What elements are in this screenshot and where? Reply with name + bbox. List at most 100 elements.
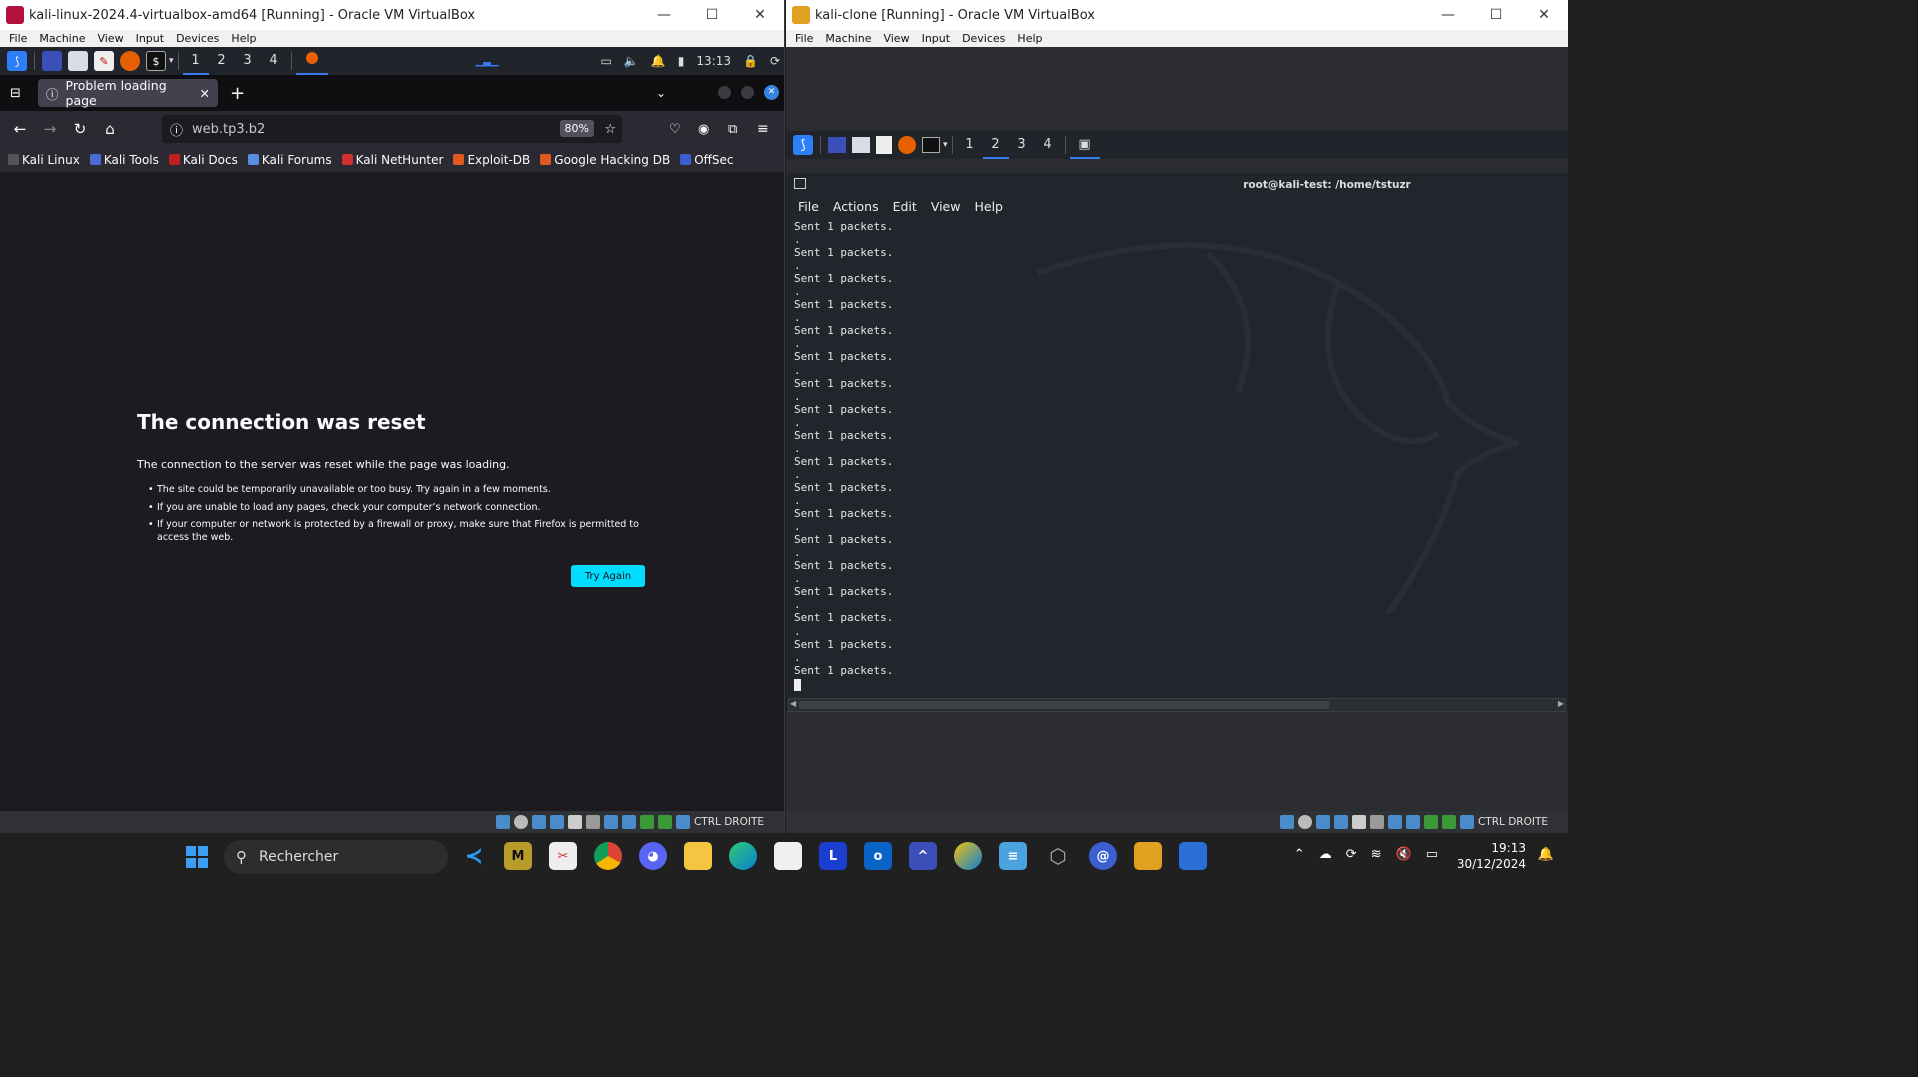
maximize-button[interactable]: ☐	[1472, 0, 1520, 30]
try-again-button[interactable]: Try Again	[571, 565, 645, 587]
maximize-button[interactable]: ☐	[688, 0, 736, 30]
workspace-1[interactable]: 1	[957, 131, 983, 159]
bookmark-kali-docs[interactable]: Kali Docs	[168, 153, 238, 167]
network-icon[interactable]	[549, 815, 564, 829]
app-m-icon[interactable]: M	[504, 842, 532, 870]
right-vm-window[interactable]: kali-clone [Running] - Oracle VM Virtual…	[786, 0, 1568, 833]
text-editor-icon[interactable]	[876, 136, 892, 154]
virtualbox-3d-icon[interactable]: ⬡	[1044, 842, 1072, 870]
notification-bell-icon[interactable]: 🔔	[1538, 847, 1554, 862]
notification-bell-icon[interactable]: 🔔	[651, 54, 666, 68]
terminal-menu-view[interactable]: View	[931, 199, 961, 214]
outlook-icon[interactable]: o	[864, 842, 892, 870]
close-button[interactable]: ✕	[736, 0, 784, 30]
workspace-1[interactable]: 1	[182, 47, 209, 75]
chevron-down-icon[interactable]: ▾	[943, 140, 948, 150]
display-icon[interactable]	[1387, 815, 1402, 829]
url-text[interactable]: web.tp3.b2	[192, 122, 265, 137]
workspace-4[interactable]: 4	[1035, 131, 1061, 159]
menu-file[interactable]: File	[9, 32, 27, 45]
scroll-left-icon[interactable]: ◀	[790, 699, 796, 708]
terminal-titlebar[interactable]: root@kali-test: /home/tstuzr	[786, 173, 1568, 196]
volume-icon[interactable]: 🔈	[624, 54, 639, 68]
notepad-icon[interactable]: ≡	[999, 842, 1027, 870]
terminal-window[interactable]: root@kali-test: /home/tstuzr File Action…	[786, 173, 1568, 711]
terminal-icon[interactable]	[922, 137, 940, 153]
pocket-icon[interactable]: ♡	[669, 122, 681, 137]
bookmark-offsec[interactable]: OffSec	[680, 153, 734, 167]
taskbar-clock[interactable]: 19:13 30/12/2024	[1457, 840, 1526, 872]
text-editor-icon[interactable]: ✎	[94, 51, 114, 71]
workspace-3[interactable]: 3	[1009, 131, 1035, 159]
file-explorer-icon[interactable]	[684, 842, 712, 870]
window-close-dot[interactable]: ✕	[764, 85, 779, 100]
app-a-icon[interactable]: ^	[909, 842, 937, 870]
menu-devices[interactable]: Devices	[176, 32, 219, 45]
show-desktop-icon[interactable]	[828, 137, 846, 153]
usb-icon[interactable]	[1351, 815, 1366, 829]
close-button[interactable]: ✕	[1520, 0, 1568, 30]
menu-help[interactable]: Help	[231, 32, 256, 45]
file-manager-icon[interactable]	[68, 51, 88, 71]
menu-machine[interactable]: Machine	[825, 32, 871, 45]
bookmark-google-hacking-db[interactable]: Google Hacking DB	[540, 153, 670, 167]
show-desktop-icon[interactable]	[42, 51, 62, 71]
terminal-icon[interactable]: $	[146, 51, 166, 71]
app-spiral-icon[interactable]: @	[1089, 842, 1117, 870]
bookmark-kali-linux[interactable]: Kali Linux	[8, 153, 80, 167]
shared-folder-icon[interactable]	[1369, 815, 1384, 829]
scrollbar-thumb[interactable]	[799, 701, 1329, 709]
app-menu-icon[interactable]: ≡	[757, 121, 769, 137]
windows-start-icon[interactable]	[186, 846, 208, 868]
network-share-icon[interactable]	[1179, 842, 1207, 870]
hard-disk-icon[interactable]	[495, 815, 510, 829]
scroll-right-icon[interactable]: ▶	[1558, 699, 1564, 708]
minimize-button[interactable]: —	[640, 0, 688, 30]
menu-devices[interactable]: Devices	[962, 32, 1005, 45]
back-button[interactable]: ←	[5, 120, 35, 138]
window-minimize-dot[interactable]	[718, 86, 731, 99]
sync-icon[interactable]: ⟳	[1346, 847, 1357, 862]
horizontal-scrollbar[interactable]: ◀ ▶	[788, 698, 1566, 712]
keyboard-capture-icon[interactable]	[1459, 815, 1474, 829]
hard-disk-icon[interactable]	[1279, 815, 1294, 829]
onedrive-error-icon[interactable]: ☁	[1319, 847, 1332, 862]
right-vm-titlebar[interactable]: kali-clone [Running] - Oracle VM Virtual…	[786, 0, 1568, 30]
usb-icon[interactable]	[567, 815, 582, 829]
file-manager-icon[interactable]	[852, 137, 870, 153]
reload-button[interactable]: ↻	[65, 120, 95, 138]
workspace-2[interactable]: 2	[982, 131, 1009, 159]
window-maximize-dot[interactable]	[741, 86, 754, 99]
site-info-icon[interactable]: ⓘ	[170, 120, 183, 139]
workspace-3[interactable]: 3	[235, 47, 261, 75]
list-tabs-icon[interactable]: ⌄	[656, 86, 666, 100]
terminal-menu-actions[interactable]: Actions	[833, 199, 879, 214]
new-tab-button[interactable]: +	[230, 83, 245, 104]
bookmark-exploit-db[interactable]: Exploit-DB	[453, 153, 530, 167]
close-tab-icon[interactable]: ✕	[200, 86, 210, 101]
minimize-button[interactable]: —	[1424, 0, 1472, 30]
terminal-menu-file[interactable]: File	[798, 199, 819, 214]
left-vm-titlebar[interactable]: kali-linux-2024.4-virtualbox-amd64 [Runn…	[0, 0, 784, 30]
shared-folder-icon[interactable]	[585, 815, 600, 829]
optical-drive-icon[interactable]	[513, 815, 528, 829]
keyboard-capture-icon[interactable]	[675, 815, 690, 829]
url-bar[interactable]: ⓘ web.tp3.b2 80% ☆	[162, 115, 622, 143]
bookmark-kali-forums[interactable]: Kali Forums	[247, 153, 332, 167]
network-icon[interactable]	[1333, 815, 1348, 829]
home-button[interactable]: ⌂	[95, 120, 125, 138]
taskbar-search[interactable]: ⚲ Rechercher	[224, 840, 448, 874]
edge-icon[interactable]	[729, 842, 757, 870]
recording-icon[interactable]	[621, 815, 636, 829]
recording-icon[interactable]	[1405, 815, 1420, 829]
zoom-badge[interactable]: 80%	[559, 120, 594, 137]
snipping-tool-icon[interactable]: ✂	[549, 842, 577, 870]
menu-view[interactable]: View	[97, 32, 123, 45]
firefox-icon[interactable]	[120, 51, 140, 71]
cpu-icon[interactable]	[639, 815, 654, 829]
mouse-integration-icon[interactable]	[657, 815, 672, 829]
extensions-icon[interactable]: ⧉	[728, 122, 737, 137]
app-l-icon[interactable]: L	[819, 842, 847, 870]
vscode-icon[interactable]: ≺	[460, 842, 488, 870]
bookmark-kali-nethunter[interactable]: Kali NetHunter	[341, 153, 443, 167]
